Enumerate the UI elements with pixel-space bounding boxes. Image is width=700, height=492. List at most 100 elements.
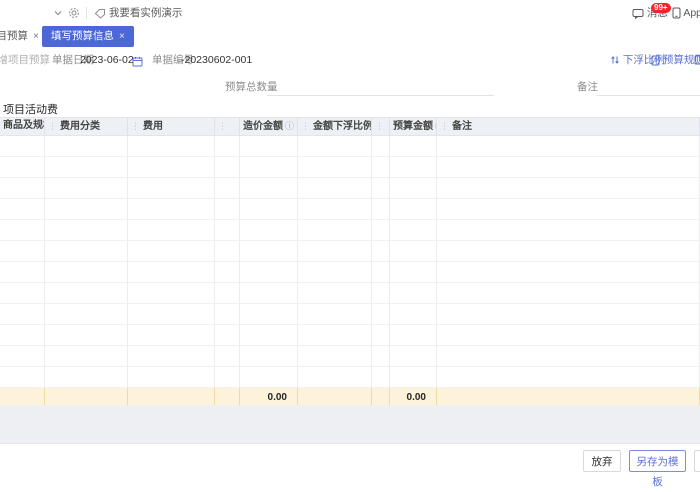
drag-handle-icon[interactable]: ⋮ bbox=[131, 121, 140, 131]
table-cell[interactable] bbox=[390, 241, 437, 262]
table-cell[interactable] bbox=[45, 262, 128, 283]
drag-handle-icon[interactable]: ⋮ bbox=[375, 121, 384, 131]
table-cell[interactable] bbox=[390, 346, 437, 367]
table-cell[interactable] bbox=[128, 283, 215, 304]
table-cell[interactable] bbox=[437, 304, 700, 325]
table-cell[interactable] bbox=[45, 304, 128, 325]
table-cell[interactable] bbox=[0, 367, 45, 388]
table-cell[interactable] bbox=[372, 262, 390, 283]
table-cell[interactable] bbox=[45, 136, 128, 157]
table-cell[interactable] bbox=[372, 325, 390, 346]
table-cell[interactable] bbox=[437, 325, 700, 346]
table-cell[interactable] bbox=[240, 346, 298, 367]
table-cell[interactable] bbox=[240, 136, 298, 157]
table-cell[interactable] bbox=[128, 136, 215, 157]
clipped-action-button[interactable] bbox=[694, 450, 700, 472]
table-cell[interactable] bbox=[390, 199, 437, 220]
tab-project-budget[interactable]: 项目预算× bbox=[0, 26, 39, 47]
table-cell[interactable] bbox=[215, 325, 240, 346]
column-header-7[interactable]: 预算金额ⓘ bbox=[390, 118, 437, 135]
drag-handle-icon[interactable]: ⋮ bbox=[301, 121, 310, 131]
table-cell[interactable] bbox=[437, 136, 700, 157]
table-cell[interactable] bbox=[298, 220, 372, 241]
table-cell[interactable] bbox=[128, 220, 215, 241]
table-cell[interactable] bbox=[372, 199, 390, 220]
table-cell[interactable] bbox=[128, 241, 215, 262]
table-cell[interactable] bbox=[215, 241, 240, 262]
table-cell[interactable] bbox=[298, 283, 372, 304]
table-cell[interactable] bbox=[390, 262, 437, 283]
close-icon[interactable]: × bbox=[119, 31, 125, 42]
doc-date-value[interactable]: 2023-06-02 bbox=[80, 48, 134, 73]
column-header-6[interactable]: ⋮ bbox=[372, 118, 390, 135]
table-cell[interactable] bbox=[128, 325, 215, 346]
column-header-5[interactable]: ⋮金额下浮比例...✎ bbox=[298, 118, 372, 135]
table-cell[interactable] bbox=[298, 136, 372, 157]
table-cell[interactable] bbox=[215, 367, 240, 388]
calendar-icon[interactable] bbox=[132, 49, 143, 74]
tab-fill-budget-info[interactable]: 填写预算信息× bbox=[42, 26, 134, 47]
table-cell[interactable] bbox=[437, 199, 700, 220]
discard-button[interactable]: 放弃 bbox=[583, 450, 621, 472]
chevron-down-icon[interactable] bbox=[53, 0, 63, 26]
table-cell[interactable] bbox=[0, 304, 45, 325]
table-cell[interactable] bbox=[390, 367, 437, 388]
table-cell[interactable] bbox=[0, 136, 45, 157]
more-tool-icon[interactable] bbox=[694, 48, 700, 73]
table-cell[interactable] bbox=[45, 241, 128, 262]
table-cell[interactable] bbox=[45, 199, 128, 220]
table-cell[interactable] bbox=[0, 325, 45, 346]
budget-rules-link[interactable]: 预算规则 bbox=[651, 48, 700, 73]
table-cell[interactable] bbox=[298, 325, 372, 346]
table-cell[interactable] bbox=[437, 283, 700, 304]
doc-no-value[interactable]: -20230602-001 bbox=[181, 48, 252, 73]
column-header-4[interactable]: 造价金额ⓘ bbox=[240, 118, 298, 135]
table-cell[interactable] bbox=[128, 262, 215, 283]
table-cell[interactable] bbox=[437, 262, 700, 283]
table-cell[interactable] bbox=[298, 199, 372, 220]
table-cell[interactable] bbox=[240, 178, 298, 199]
table-cell[interactable] bbox=[372, 157, 390, 178]
table-cell[interactable] bbox=[128, 157, 215, 178]
table-cell[interactable] bbox=[298, 178, 372, 199]
table-cell[interactable] bbox=[215, 157, 240, 178]
table-cell[interactable] bbox=[298, 304, 372, 325]
table-cell[interactable] bbox=[45, 157, 128, 178]
column-header-3[interactable]: ⋮ bbox=[215, 118, 240, 135]
table-cell[interactable] bbox=[372, 136, 390, 157]
table-cell[interactable] bbox=[215, 199, 240, 220]
table-cell[interactable] bbox=[240, 367, 298, 388]
column-header-1[interactable]: ⋮费用分类 bbox=[45, 118, 128, 135]
demo-link[interactable]: 我要看实例演示 bbox=[94, 0, 182, 26]
table-cell[interactable] bbox=[215, 178, 240, 199]
column-header-8[interactable]: ⋮备注 bbox=[437, 118, 700, 135]
total-qty-input[interactable] bbox=[267, 77, 494, 96]
table-cell[interactable] bbox=[298, 157, 372, 178]
table-cell[interactable] bbox=[390, 157, 437, 178]
table-cell[interactable] bbox=[372, 367, 390, 388]
table-cell[interactable] bbox=[215, 304, 240, 325]
table-cell[interactable] bbox=[240, 304, 298, 325]
gear-icon[interactable] bbox=[68, 0, 80, 26]
table-cell[interactable] bbox=[372, 241, 390, 262]
table-cell[interactable] bbox=[240, 199, 298, 220]
table-cell[interactable] bbox=[240, 241, 298, 262]
table-cell[interactable] bbox=[45, 325, 128, 346]
app-download-button[interactable]: App下载 bbox=[672, 0, 700, 26]
table-cell[interactable] bbox=[372, 304, 390, 325]
table-cell[interactable] bbox=[390, 136, 437, 157]
table-cell[interactable] bbox=[128, 199, 215, 220]
table-cell[interactable] bbox=[45, 220, 128, 241]
close-icon[interactable]: × bbox=[33, 31, 39, 42]
table-cell[interactable] bbox=[215, 136, 240, 157]
table-cell[interactable] bbox=[390, 220, 437, 241]
table-cell[interactable] bbox=[240, 157, 298, 178]
table-cell[interactable] bbox=[128, 304, 215, 325]
table-cell[interactable] bbox=[372, 178, 390, 199]
table-cell[interactable] bbox=[128, 178, 215, 199]
table-cell[interactable] bbox=[390, 325, 437, 346]
save-as-template-button[interactable]: 另存为模板 bbox=[629, 450, 686, 472]
table-cell[interactable] bbox=[0, 220, 45, 241]
table-cell[interactable] bbox=[240, 262, 298, 283]
table-cell[interactable] bbox=[437, 178, 700, 199]
